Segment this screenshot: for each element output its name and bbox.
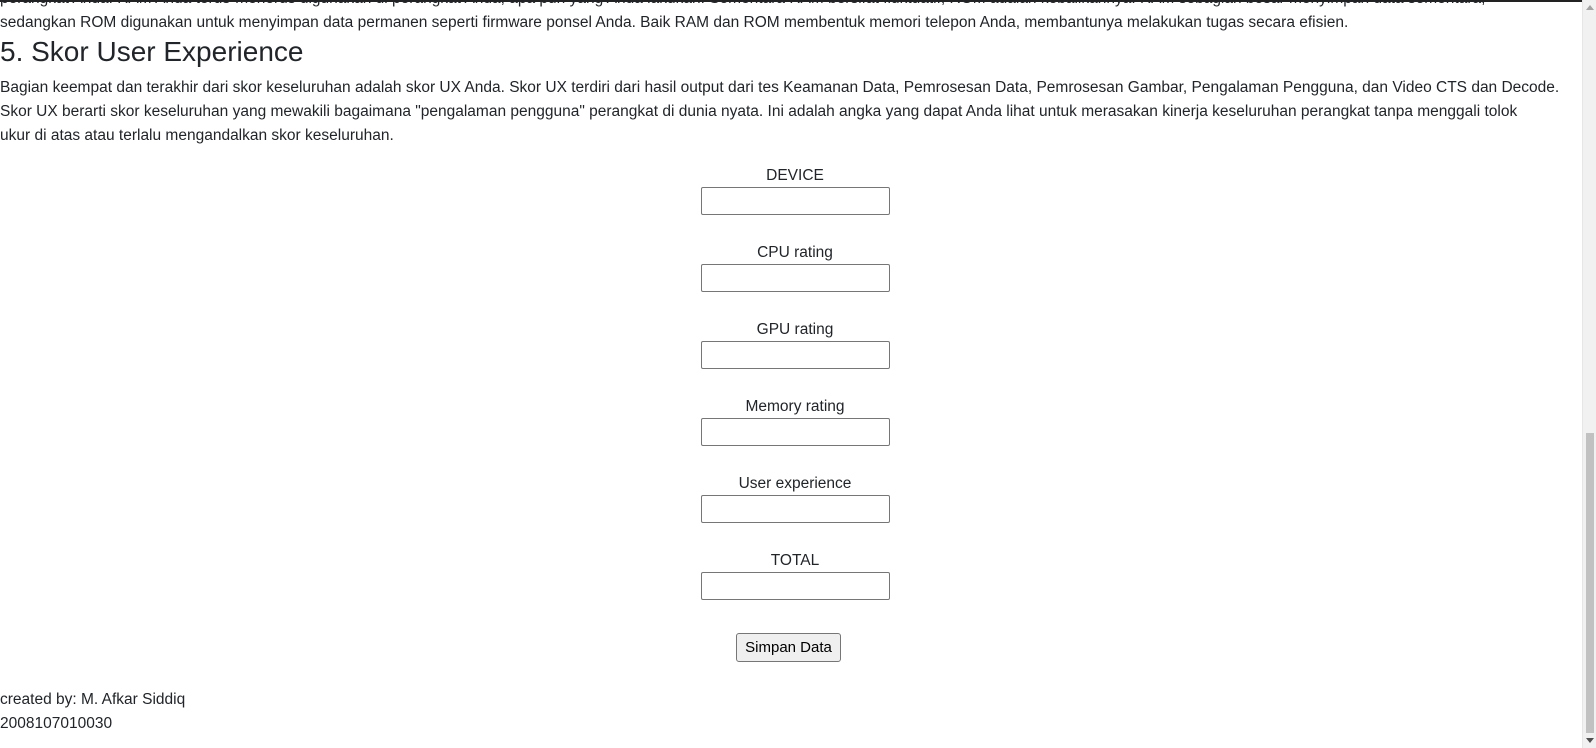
cpu-rating-input[interactable]	[700, 264, 890, 292]
memory-rating-label: Memory rating	[745, 398, 845, 415]
article-text-rom: sedangkan ROM digunakan untuk menyimpan …	[0, 14, 1349, 31]
footer: created by: M. Afkar Siddiq 200810701003…	[0, 688, 185, 736]
triangle-up-icon[interactable]	[1583, 0, 1596, 14]
ux-description-line: ukur di atas atau terlalu mengandalkan s…	[0, 127, 394, 144]
cpu-rating-label: CPU rating	[757, 244, 833, 261]
user-experience-label: User experience	[738, 475, 852, 492]
field-cpu-rating: CPU rating	[0, 243, 1582, 292]
device-label: DEVICE	[766, 167, 824, 184]
triangle-down-icon[interactable]	[1583, 734, 1596, 748]
gpu-rating-label: GPU rating	[756, 321, 834, 338]
field-gpu-rating: GPU rating	[0, 320, 1582, 369]
field-user-experience: User experience	[0, 474, 1582, 523]
scrollbar-thumb[interactable]	[1586, 433, 1594, 733]
section-title: 5. Skor User Experience	[0, 36, 304, 67]
field-total: TOTAL	[0, 551, 1582, 600]
device-input[interactable]	[700, 187, 890, 215]
memory-rating-input[interactable]	[700, 418, 890, 446]
total-label: TOTAL	[770, 552, 820, 569]
save-data-button[interactable]: Simpan Data	[736, 633, 841, 662]
ux-description-line: Skor UX berarti skor keseluruhan yang me…	[0, 103, 1518, 120]
user-experience-input[interactable]	[700, 495, 890, 523]
article-text-partial: perangkat Anda. RAM Anda terus-menerus d…	[0, 0, 1485, 11]
vertical-scrollbar[interactable]	[1582, 0, 1596, 748]
ux-description-line: Bagian keempat dan terakhir dari skor ke…	[0, 79, 1560, 96]
field-memory-rating: Memory rating	[0, 397, 1582, 446]
created-by-text: created by: M. Afkar Siddiq	[0, 691, 186, 708]
page-content: perangkat Anda. RAM Anda terus-menerus d…	[0, 0, 1582, 748]
gpu-rating-input[interactable]	[700, 341, 890, 369]
student-id-text: 2008107010030	[0, 715, 113, 732]
total-input[interactable]	[700, 572, 890, 600]
field-device: DEVICE	[0, 166, 1582, 215]
ux-description: Bagian keempat dan terakhir dari skor ke…	[0, 76, 1559, 148]
